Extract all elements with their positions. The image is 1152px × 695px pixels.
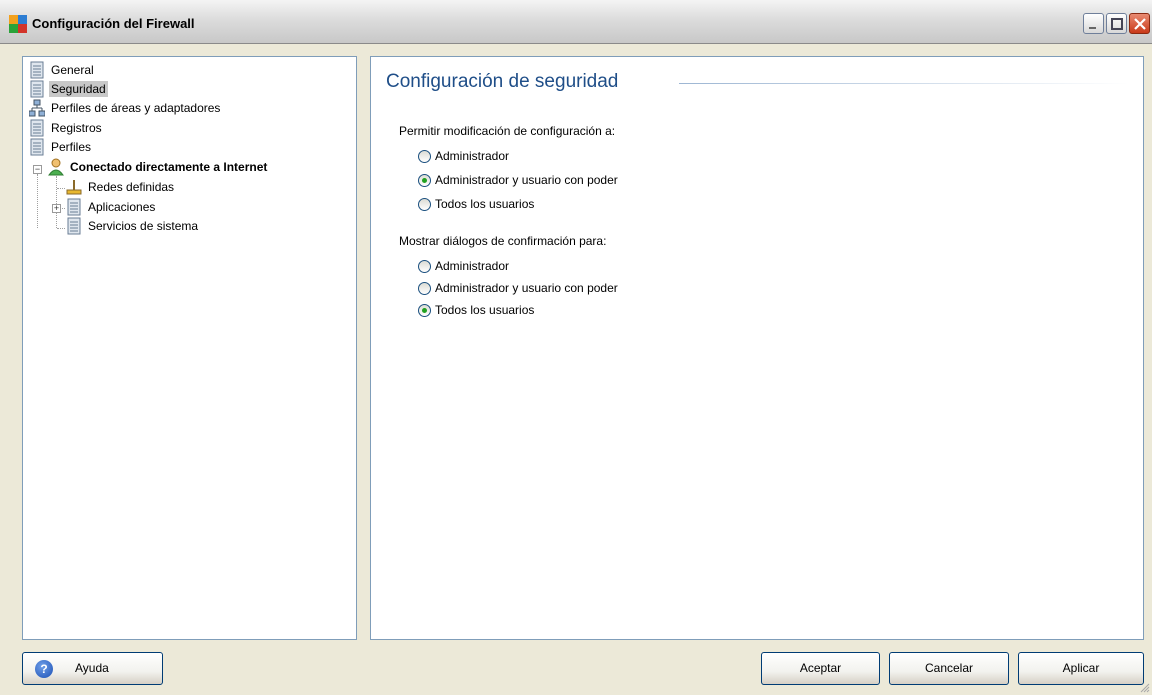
accept-button[interactable]: Aceptar	[761, 652, 880, 685]
tree-item-redes-definidas[interactable]: Redes definidas	[66, 178, 176, 196]
minimize-button[interactable]	[1083, 13, 1104, 34]
network-icon	[29, 99, 45, 117]
radio-label: Administrador y usuario con poder	[435, 281, 618, 295]
page-title: Configuración de seguridad	[386, 71, 619, 92]
radio-label: Administrador	[435, 149, 510, 163]
tree-item-label: Seguridad	[49, 81, 108, 97]
radio-button[interactable]	[418, 281, 431, 295]
tree-item-label: Redes definidas	[88, 180, 175, 194]
tree-item-label: Aplicaciones	[88, 200, 156, 214]
collapse-toggle[interactable]: −	[33, 165, 42, 174]
tree-item-seguridad[interactable]: Seguridad	[29, 80, 108, 98]
navigation-tree[interactable]: − + General Seguridad Perfiles de áreas …	[22, 56, 357, 640]
cancel-button[interactable]: Cancelar	[889, 652, 1009, 685]
tree-item-label: Perfiles	[51, 140, 92, 154]
document-list-icon	[30, 80, 44, 98]
modify-group-label: Permitir modificación de configuración a…	[399, 124, 616, 138]
settings-panel: Configuración de seguridad Permitir modi…	[370, 56, 1144, 640]
document-list-icon	[67, 198, 81, 216]
tree-item-general[interactable]: General	[29, 61, 96, 79]
tree-item-label: Registros	[51, 121, 102, 135]
tree-connector	[57, 228, 65, 229]
radio-label: Administrador	[435, 259, 510, 273]
maximize-icon	[1111, 18, 1123, 30]
radio-button[interactable]	[418, 259, 431, 273]
resize-grip-icon[interactable]	[1140, 683, 1150, 693]
tree-item-label: Servicios de sistema	[88, 219, 199, 233]
confirm-option-admin-power[interactable]: Administrador y usuario con poder	[418, 280, 618, 296]
tree-connector	[37, 174, 38, 228]
close-icon	[1134, 18, 1146, 30]
tree-item-registros[interactable]: Registros	[29, 119, 104, 137]
document-list-icon	[67, 217, 81, 235]
tree-item-label: Conectado directamente a Internet	[70, 160, 268, 174]
tree-connector	[56, 176, 57, 228]
modify-option-admin[interactable]: Administrador	[418, 148, 509, 164]
radio-label: Todos los usuarios	[435, 303, 535, 317]
tree-item-perfiles[interactable]: Perfiles	[29, 138, 93, 156]
title-divider	[679, 83, 1129, 84]
document-list-icon	[30, 138, 44, 156]
user-profile-icon	[48, 158, 64, 176]
confirm-option-all-users[interactable]: Todos los usuarios	[418, 302, 534, 318]
tree-item-servicios-sistema[interactable]: Servicios de sistema	[66, 217, 200, 235]
radio-button[interactable]	[418, 149, 431, 163]
help-icon: ?	[35, 660, 53, 678]
document-list-icon	[30, 61, 44, 79]
maximize-button[interactable]	[1106, 13, 1127, 34]
tree-item-perfiles-areas[interactable]: Perfiles de áreas y adaptadores	[29, 99, 222, 117]
modify-option-all-users[interactable]: Todos los usuarios	[418, 196, 534, 212]
confirm-option-admin[interactable]: Administrador	[418, 258, 509, 274]
title-bar[interactable]: Configuración del Firewall	[0, 0, 1152, 44]
document-list-icon	[30, 119, 44, 137]
network-node-icon	[66, 180, 82, 195]
modify-option-admin-power[interactable]: Administrador y usuario con poder	[418, 172, 618, 188]
tree-connector	[57, 188, 65, 189]
radio-button[interactable]	[418, 173, 431, 187]
apply-button[interactable]: Aplicar	[1018, 652, 1144, 685]
help-button-label: Ayuda	[75, 661, 109, 675]
avg-logo-icon	[9, 15, 27, 33]
tree-item-label: Perfiles de áreas y adaptadores	[51, 101, 221, 115]
tree-item-conectado-internet[interactable]: Conectado directamente a Internet	[48, 158, 269, 176]
window-title: Configuración del Firewall	[32, 16, 195, 31]
help-button[interactable]: ? Ayuda	[22, 652, 163, 685]
confirm-group-label: Mostrar diálogos de confirmación para:	[399, 234, 607, 248]
tree-item-aplicaciones[interactable]: Aplicaciones	[66, 198, 157, 216]
radio-label: Administrador y usuario con poder	[435, 173, 618, 187]
minimize-icon	[1089, 27, 1096, 29]
radio-label: Todos los usuarios	[435, 197, 535, 211]
radio-button[interactable]	[418, 197, 431, 211]
close-button[interactable]	[1129, 13, 1150, 34]
tree-item-label: General	[51, 63, 94, 77]
expand-toggle[interactable]: +	[52, 204, 61, 213]
radio-button[interactable]	[418, 303, 431, 317]
